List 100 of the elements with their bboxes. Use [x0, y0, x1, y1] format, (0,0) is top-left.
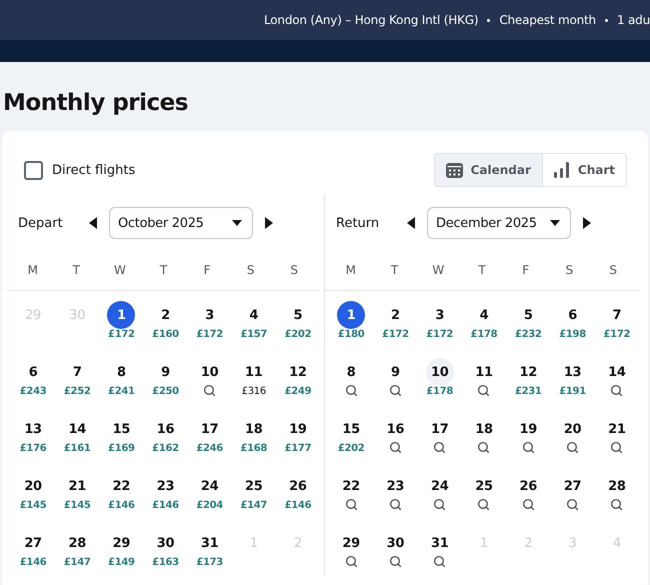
calendar-day[interactable]: 29: [337, 529, 366, 557]
calendar-day[interactable]: 21: [63, 472, 92, 500]
day-price: £146: [108, 500, 135, 511]
calendar-icon: [446, 162, 463, 178]
day-price: £204: [196, 500, 223, 511]
direct-flights-checkbox[interactable]: [24, 160, 43, 180]
calendar-day[interactable]: 11: [240, 358, 268, 386]
calendar-day[interactable]: 14: [63, 415, 92, 443]
view-tab[interactable]: Calendar: [434, 154, 542, 186]
search-summary-text: London (Any) – Hong Kong Intl (HKG): [264, 13, 478, 27]
day-price: £177: [284, 443, 312, 454]
calendar-day[interactable]: 13: [558, 358, 587, 386]
calendar-day[interactable]: 18: [470, 415, 498, 443]
calendar-day[interactable]: 6: [558, 301, 587, 329]
calendar-day[interactable]: 20: [558, 415, 587, 443]
calendar-day[interactable]: 7: [63, 358, 92, 386]
calendar-day[interactable]: 3: [196, 301, 224, 329]
calendar-day[interactable]: 20: [19, 472, 48, 500]
calendar-day[interactable]: 22: [337, 472, 366, 500]
calendar-day[interactable]: 25: [240, 472, 268, 500]
calendar-day[interactable]: 14: [602, 358, 631, 386]
search-summary-text: Cheapest month: [499, 13, 596, 27]
calendar-day[interactable]: 17: [196, 415, 224, 443]
calendar-day[interactable]: 1: [107, 301, 136, 329]
panel-label: Return: [336, 216, 380, 230]
search-icon: [566, 498, 580, 511]
weekday-label: F: [204, 263, 211, 277]
month-select[interactable]: December 2025: [427, 207, 571, 239]
calendar-day[interactable]: 13: [19, 415, 48, 443]
calendar-day[interactable]: 31: [426, 529, 454, 557]
day-price: £145: [64, 500, 91, 511]
calendar-day[interactable]: 17: [426, 415, 454, 443]
search-icon: [433, 498, 446, 511]
calendar-day[interactable]: 10: [196, 358, 224, 386]
calendar-day[interactable]: 26: [284, 472, 312, 500]
calendar-day[interactable]: 7: [602, 301, 631, 329]
day-price: £147: [240, 500, 268, 511]
day-price: £146: [20, 557, 46, 568]
calendar-day[interactable]: 27: [558, 472, 587, 500]
view-tab[interactable]: Chart: [542, 154, 626, 186]
calendar-day[interactable]: 24: [426, 472, 454, 500]
calendar-day[interactable]: 16: [381, 415, 410, 443]
search-icon: [610, 498, 624, 511]
month-select[interactable]: October 2025: [109, 207, 253, 239]
calendar-day[interactable]: 31: [196, 529, 224, 557]
calendar-day[interactable]: 1: [337, 301, 366, 329]
calendar-day[interactable]: 11: [470, 358, 498, 386]
day-price: £157: [240, 329, 268, 340]
calendar-day[interactable]: 8: [107, 358, 136, 386]
weekday-label: S: [290, 263, 298, 277]
calendar-day[interactable]: 19: [284, 415, 312, 443]
calendar-day[interactable]: 18: [240, 415, 268, 443]
calendar-day[interactable]: 25: [470, 472, 498, 500]
calendar-day[interactable]: 24: [196, 472, 224, 500]
calendar-day[interactable]: 4: [240, 301, 268, 329]
weekday-label: S: [566, 263, 574, 277]
calendar-day[interactable]: 23: [381, 472, 410, 500]
calendar-day[interactable]: 9: [151, 358, 180, 386]
calendar-day[interactable]: 28: [602, 472, 631, 500]
calendar-day[interactable]: 16: [151, 415, 180, 443]
search-icon: [388, 555, 402, 568]
calendar-day[interactable]: 12: [284, 358, 312, 386]
calendar-day[interactable]: 4: [470, 301, 498, 329]
day-price: £180: [338, 329, 364, 340]
weekday-label: M: [346, 263, 356, 277]
calendar-day[interactable]: 10: [426, 358, 454, 386]
calendar-day[interactable]: 8: [337, 358, 366, 386]
next-month-icon: [265, 217, 273, 229]
calendar-day[interactable]: 12: [514, 358, 542, 386]
weekday-label: M: [28, 263, 38, 277]
day-price: £202: [284, 329, 312, 340]
calendar-day[interactable]: 15: [337, 415, 366, 443]
calendar-day[interactable]: 19: [514, 415, 542, 443]
previous-month-icon: [407, 217, 415, 229]
calendar-day[interactable]: 9: [381, 358, 410, 386]
day-price: £252: [64, 386, 91, 397]
calendar-day[interactable]: 2: [381, 301, 410, 329]
calendar-day[interactable]: 2: [151, 301, 180, 329]
calendar-day[interactable]: 3: [426, 301, 454, 329]
calendar-day[interactable]: 6: [19, 358, 48, 386]
day-price: £173: [196, 557, 223, 568]
separator-dot-icon: [487, 18, 490, 22]
calendar-day[interactable]: 23: [151, 472, 180, 500]
calendar-day[interactable]: 5: [514, 301, 542, 329]
calendar-day[interactable]: 30: [381, 529, 410, 557]
calendar-day[interactable]: 27: [19, 529, 48, 557]
calendar-day[interactable]: 28: [63, 529, 92, 557]
weekday-label: W: [114, 263, 126, 277]
calendar-day[interactable]: 26: [514, 472, 542, 500]
calendar-day[interactable]: 21: [602, 415, 631, 443]
day-price: £146: [152, 500, 179, 511]
calendar-day[interactable]: 15: [107, 415, 136, 443]
calendar-day[interactable]: 29: [107, 529, 136, 557]
calendar-day[interactable]: 30: [151, 529, 180, 557]
calendar-day[interactable]: 5: [284, 301, 312, 329]
search-icon: [344, 498, 358, 511]
day-price: £198: [559, 329, 586, 340]
day-price: £202: [338, 443, 364, 454]
weekday-label: S: [246, 263, 254, 277]
calendar-day[interactable]: 22: [107, 472, 136, 500]
